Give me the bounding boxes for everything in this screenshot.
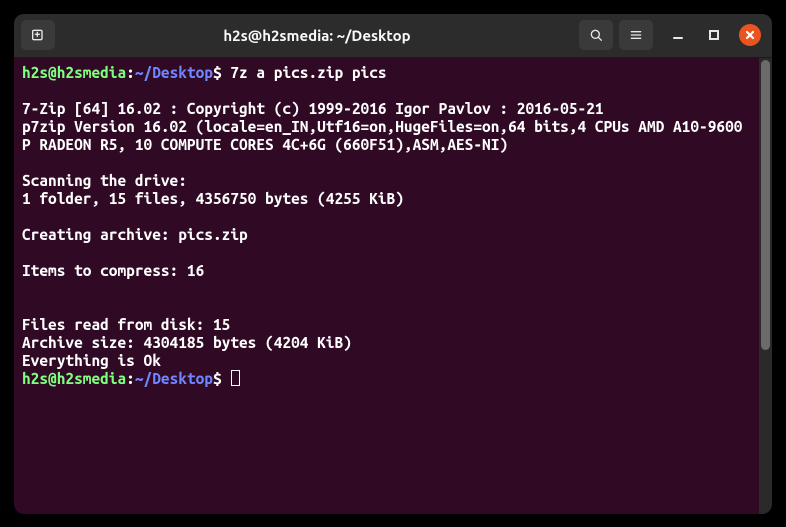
prompt-sep: :	[126, 64, 135, 81]
terminal-window: h2s@h2smedia: ~/Desktop	[14, 14, 772, 514]
output-line: p7zip Version 16.02 (locale=en_IN,Utf16=…	[22, 118, 742, 153]
output-line: Scanning the drive:	[22, 172, 187, 189]
menu-button[interactable]	[619, 20, 653, 50]
search-button[interactable]	[579, 20, 613, 50]
prompt-user: h2s@h2smedia	[22, 64, 126, 81]
prompt-symbol: $	[213, 64, 222, 81]
output-line: Creating archive: pics.zip	[22, 226, 248, 243]
terminal-output[interactable]: h2s@h2smedia:~/Desktop$ 7z a pics.zip pi…	[14, 58, 759, 514]
new-tab-button[interactable]	[21, 20, 55, 50]
maximize-icon	[708, 29, 720, 41]
window-title: h2s@h2smedia: ~/Desktop	[61, 27, 573, 44]
minimize-button[interactable]	[667, 24, 689, 46]
search-icon	[588, 27, 604, 43]
prompt-sep: :	[126, 370, 135, 387]
scrollbar[interactable]	[759, 58, 772, 514]
output-line: 7-Zip [64] 16.02 : Copyright (c) 1999-20…	[22, 100, 604, 117]
hamburger-icon	[628, 27, 644, 43]
cursor	[231, 370, 240, 386]
command-text: 7z a pics.zip pics	[230, 64, 386, 81]
output-line: Files read from disk: 15	[22, 316, 230, 333]
prompt-user: h2s@h2smedia	[22, 370, 126, 387]
minimize-icon	[672, 29, 684, 41]
prompt-symbol: $	[213, 370, 222, 387]
prompt-path: ~/Desktop	[135, 64, 213, 81]
output-line: Everything is Ok	[22, 352, 161, 369]
prompt-path: ~/Desktop	[135, 370, 213, 387]
window-controls	[659, 24, 765, 46]
output-line: Items to compress: 16	[22, 262, 204, 279]
close-button[interactable]	[739, 24, 761, 46]
output-line: Archive size: 4304185 bytes (4204 KiB)	[22, 334, 352, 351]
scrollbar-thumb[interactable]	[761, 60, 770, 350]
maximize-button[interactable]	[703, 24, 725, 46]
terminal-body: h2s@h2smedia:~/Desktop$ 7z a pics.zip pi…	[14, 58, 772, 514]
output-line: 1 folder, 15 files, 4356750 bytes (4255 …	[22, 190, 404, 207]
close-icon	[744, 29, 756, 41]
titlebar: h2s@h2smedia: ~/Desktop	[14, 14, 772, 58]
new-tab-icon	[30, 27, 46, 43]
